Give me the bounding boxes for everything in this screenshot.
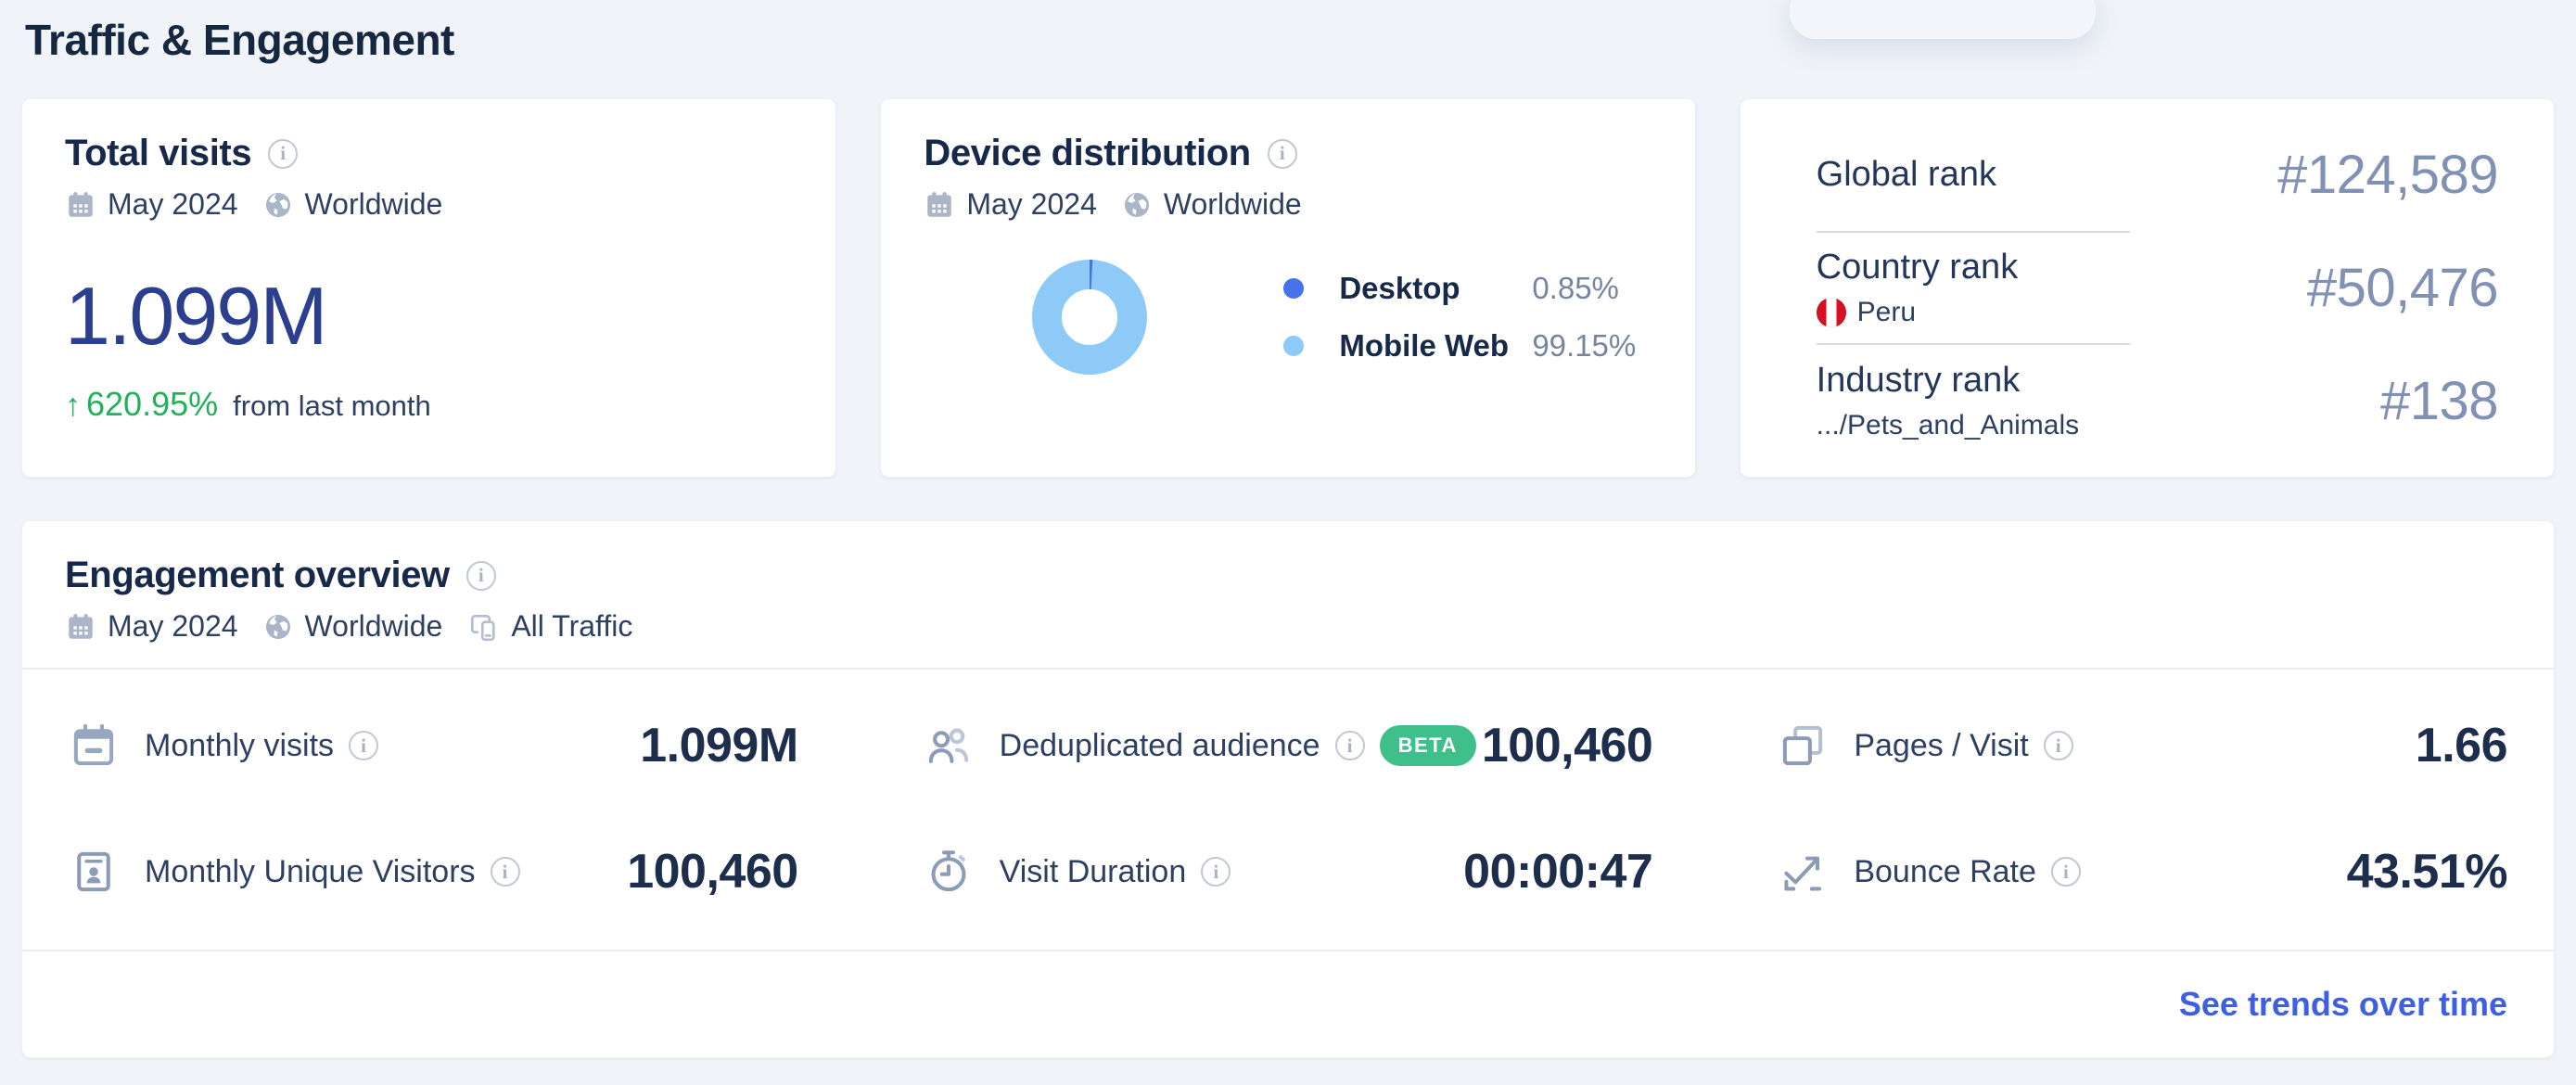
- engagement-metrics-grid: Monthly visits 1.099M Deduplicated audie…: [22, 670, 2554, 935]
- info-icon[interactable]: [1334, 731, 1365, 760]
- stopwatch-icon: [931, 850, 966, 892]
- scope-row: May 2024 Worldwide: [924, 187, 1651, 222]
- info-icon[interactable]: [490, 857, 520, 887]
- bounce-arrow-icon: [1784, 856, 1822, 891]
- device-legend: Desktop 0.85% Mobile Web 99.15%: [1283, 271, 1636, 364]
- users-icon: [928, 728, 968, 763]
- metric-value: 1.66: [2415, 719, 2508, 772]
- globe-icon: [262, 611, 294, 643]
- metric-deduplicated-audience: Deduplicated audience BETA 100,460: [924, 683, 1653, 809]
- metric-label: Bounce Rate: [1854, 853, 2036, 889]
- all-traffic-icon: [466, 610, 500, 644]
- global-rank-label: Global rank: [1816, 155, 1996, 195]
- region-label: Worldwide: [304, 187, 443, 221]
- period-label: May 2024: [108, 187, 238, 221]
- legend-value: 0.85%: [1532, 271, 1619, 305]
- metric-label: Pages / Visit: [1854, 727, 2029, 763]
- industry-rank-value: #138: [2379, 370, 2499, 431]
- summary-cards-row: Total visits May 2024 Worldwide 1.099M ↑…: [21, 98, 2555, 478]
- pages-icon: [1783, 725, 1823, 766]
- info-icon[interactable]: [2043, 731, 2073, 760]
- scope-row: May 2024 Worldwide All Traffic: [65, 609, 2511, 644]
- change-row: ↑ 620.95% from last month: [65, 385, 793, 424]
- metric-label: Monthly Unique Visitors: [145, 853, 476, 889]
- country-rank-value: #50,476: [2306, 258, 2499, 318]
- see-trends-link[interactable]: See trends over time: [2179, 985, 2507, 1024]
- metric-value: 1.099M: [640, 719, 798, 772]
- metric-value: 100,460: [1481, 719, 1653, 772]
- calendar-icon: [924, 189, 955, 221]
- traffic-engagement-dashboard: Traffic & Engagement Total visits May 20…: [0, 0, 2576, 1058]
- country-rank-label: Country rank: [1816, 248, 2019, 287]
- scope-row: May 2024 Worldwide: [65, 187, 793, 222]
- page-title: Traffic & Engagement: [25, 16, 454, 64]
- traffic-filter-label: All Traffic: [511, 609, 633, 643]
- calendar-minus-icon: [73, 723, 114, 766]
- metric-bounce-rate: Bounce Rate 43.51%: [1778, 809, 2508, 935]
- info-icon[interactable]: [1201, 857, 1231, 887]
- metric-visit-duration: Visit Duration 00:00:47: [924, 809, 1653, 935]
- peru-flag-icon: [1816, 298, 1846, 327]
- region-label: Worldwide: [1163, 187, 1302, 221]
- period-label: May 2024: [108, 609, 238, 643]
- beta-badge: BETA: [1379, 725, 1476, 766]
- info-icon[interactable]: [349, 731, 379, 760]
- region-label: Worldwide: [304, 609, 443, 643]
- globe-icon: [1121, 189, 1153, 221]
- info-icon[interactable]: [268, 138, 299, 169]
- legend-item-desktop: Desktop 0.85%: [1283, 271, 1636, 306]
- industry-rank-row: Industry rank .../Pets_and_Animals #138: [1816, 345, 2499, 456]
- total-visits-title: Total visits: [65, 133, 252, 173]
- global-rank-row: Global rank #124,589: [1816, 120, 2499, 231]
- industry-rank-label: Industry rank: [1816, 360, 2021, 400]
- mobile-web-dot-icon: [1283, 336, 1305, 356]
- engagement-overview-card: Engagement overview May 2024 Worldwide A…: [21, 520, 2555, 1058]
- up-arrow-icon: ↑: [65, 388, 81, 423]
- engagement-overview-title: Engagement overview: [65, 555, 450, 595]
- metric-value: 00:00:47: [1463, 845, 1653, 899]
- info-icon[interactable]: [465, 560, 496, 591]
- globe-icon: [262, 189, 294, 221]
- legend-label: Desktop: [1339, 271, 1460, 305]
- metric-pages-per-visit: Pages / Visit 1.66: [1778, 683, 2508, 809]
- metric-monthly-visits: Monthly visits 1.099M: [69, 683, 798, 809]
- period-label: May 2024: [966, 187, 1097, 221]
- legend-value: 99.15%: [1532, 328, 1637, 363]
- device-distribution-card: Device distribution May 2024 Worldwide: [880, 98, 1696, 478]
- country-rank-row: Country rank Peru #50,476: [1816, 233, 2499, 344]
- change-note: from last month: [233, 389, 431, 422]
- legend-label: Mobile Web: [1339, 328, 1510, 363]
- calendar-icon: [65, 189, 96, 221]
- calendar-icon: [65, 611, 96, 643]
- metric-value: 100,460: [627, 845, 798, 899]
- info-icon[interactable]: [1267, 138, 1297, 169]
- floating-element-partial: [1790, 0, 2096, 39]
- device-distribution-title: Device distribution: [924, 133, 1251, 173]
- metric-label: Visit Duration: [999, 853, 1187, 889]
- metric-monthly-unique-visitors: Monthly Unique Visitors 100,460: [69, 809, 798, 935]
- global-rank-value: #124,589: [2277, 145, 2498, 206]
- desktop-dot-icon: [1283, 278, 1305, 299]
- rank-card: Global rank #124,589 Country rank Peru #…: [1739, 98, 2555, 478]
- legend-item-mobile-web: Mobile Web 99.15%: [1283, 328, 1636, 364]
- metric-value: 43.51%: [2346, 845, 2508, 899]
- industry-path: .../Pets_and_Animals: [1816, 409, 2080, 440]
- change-percent: 620.95%: [86, 385, 219, 423]
- info-icon[interactable]: [2050, 857, 2081, 887]
- metric-label: Monthly visits: [145, 727, 335, 763]
- total-visits-value: 1.099M: [65, 270, 328, 362]
- id-card-icon: [77, 851, 110, 892]
- metric-label: Deduplicated audience: [999, 727, 1320, 763]
- total-visits-card: Total visits May 2024 Worldwide 1.099M ↑…: [21, 98, 837, 478]
- country-name: Peru: [1856, 297, 1917, 327]
- device-distribution-donut-chart: [1032, 260, 1148, 375]
